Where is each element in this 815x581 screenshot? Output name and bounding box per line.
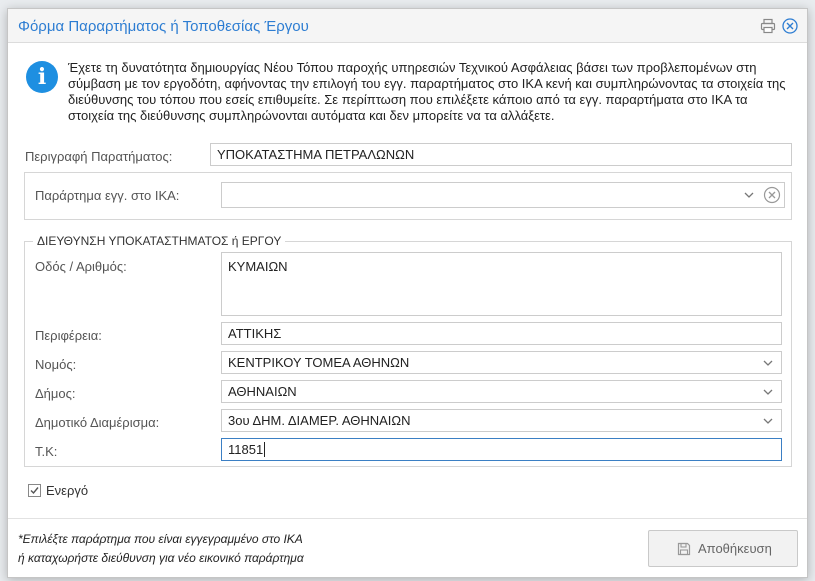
clear-icon[interactable]: [763, 186, 781, 204]
street-label: Οδός / Αριθμός:: [35, 259, 127, 274]
dialog-titlebar: Φόρμα Παραρτήματος ή Τοποθεσίας Έργου: [8, 9, 807, 43]
prefecture-label: Νομός:: [35, 357, 77, 372]
active-checkbox[interactable]: [28, 484, 41, 497]
address-group: ΔΙΕΥΘΥΝΣΗ ΥΠΟΚΑΤΑΣΤΗΜΑΤΟΣ ή ΕΡΓΟΥ Οδός /…: [24, 234, 792, 467]
text-caret: [264, 442, 266, 457]
prefecture-value: ΚΕΝΤΡΙΚΟΥ ΤΟΜΕΑ ΑΘΗΝΩΝ: [228, 355, 410, 370]
save-icon: [677, 542, 691, 556]
footer-divider: [8, 518, 807, 519]
address-legend: ΔΙΕΥΘΥΝΣΗ ΥΠΟΚΑΤΑΣΤΗΜΑΤΟΣ ή ΕΡΓΟΥ: [33, 234, 286, 248]
chevron-down-icon: [763, 389, 773, 395]
chevron-down-icon: [763, 360, 773, 366]
district-value: 3ου ΔΗΜ. ΔΙΑΜΕΡ. ΑΘΗΝΑΙΩΝ: [228, 413, 411, 428]
ika-branch-group: Παράρτημα εγγ. στο ΙΚΑ:: [24, 172, 792, 220]
close-icon[interactable]: [782, 18, 798, 34]
postcode-value: 11851: [228, 442, 264, 457]
district-label: Δημοτικό Διαμέρισμα:: [35, 415, 160, 430]
chevron-down-icon: [763, 418, 773, 424]
dialog-title: Φόρμα Παραρτήματος ή Τοποθεσίας Έργου: [18, 18, 309, 35]
municipality-label: Δήμος:: [35, 386, 76, 401]
description-label: Περιγραφή Παρατήματος:: [25, 149, 173, 164]
checkbox-icon: [30, 487, 39, 495]
ika-branch-label: Παράρτημα εγγ. στο ΙΚΑ:: [35, 188, 180, 203]
street-textarea[interactable]: ΚΥΜΑΙΩΝ: [221, 252, 782, 316]
footer-note-line1: *Επιλέξτε παράρτημα που είναι εγγεγραμμέ…: [18, 532, 303, 546]
save-button[interactable]: Αποθήκευση: [648, 530, 798, 567]
municipality-select[interactable]: ΑΘΗΝΑΙΩΝ: [221, 380, 782, 403]
branch-form-dialog: Φόρμα Παραρτήματος ή Τοποθεσίας Έργου i …: [7, 8, 808, 578]
district-select[interactable]: 3ου ΔΗΜ. ΔΙΑΜΕΡ. ΑΘΗΝΑΙΩΝ: [221, 409, 782, 432]
chevron-down-icon: [744, 192, 754, 198]
postcode-input[interactable]: 11851: [221, 438, 782, 461]
print-icon[interactable]: [760, 18, 776, 34]
footer-note: *Επιλέξτε παράρτημα που είναι εγγεγραμμέ…: [18, 530, 304, 568]
postcode-label: Τ.Κ:: [35, 444, 58, 459]
municipality-value: ΑΘΗΝΑΙΩΝ: [228, 384, 297, 399]
info-icon: i: [26, 61, 58, 93]
active-label: Ενεργό: [46, 483, 89, 498]
region-label: Περιφέρεια:: [35, 328, 102, 343]
save-button-label: Αποθήκευση: [698, 541, 772, 556]
footer-note-line2: ή καταχωρήστε διεύθυνση για νέο εικονικό…: [18, 551, 304, 565]
region-input[interactable]: ΑΤΤΙΚΗΣ: [221, 322, 782, 345]
description-input[interactable]: ΥΠΟΚΑΤΑΣΤΗΜΑ ΠΕΤΡΑΛΩΝΩΝ: [210, 143, 792, 166]
prefecture-select[interactable]: ΚΕΝΤΡΙΚΟΥ ΤΟΜΕΑ ΑΘΗΝΩΝ: [221, 351, 782, 374]
info-message: Έχετε τη δυνατότητα δημιουργίας Νέου Τόπ…: [68, 60, 786, 123]
ika-branch-select[interactable]: [221, 182, 785, 208]
